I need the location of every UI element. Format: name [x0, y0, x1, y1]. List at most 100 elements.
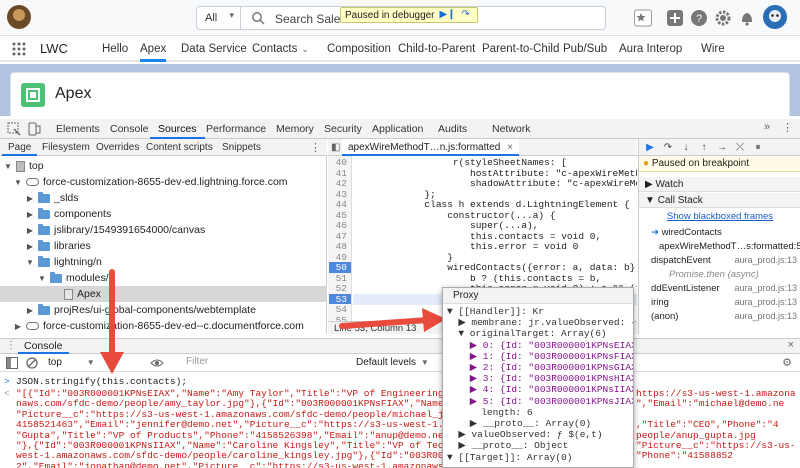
user-avatar[interactable]	[762, 4, 788, 30]
popover-property[interactable]: ▶ valueObserved: ƒ $(e,t)	[447, 429, 602, 440]
devtools-tab-sources[interactable]: Sources	[150, 119, 205, 139]
step-over-icon[interactable]: ↷	[459, 9, 473, 21]
chevron-down-icon[interactable]: ▼	[38, 274, 46, 283]
help-icon[interactable]: ?	[690, 9, 708, 27]
devtools-tab-performance[interactable]: Performance	[198, 119, 274, 139]
tree-item[interactable]: Apex	[0, 286, 327, 302]
tree-item[interactable]: ▶ projRes/ui-global-components/webtemplat…	[0, 302, 327, 318]
devtools-tab-application[interactable]: Application	[364, 119, 431, 139]
call-stack-frame[interactable]: dispatchEvent aura_prod.js:13	[639, 255, 800, 267]
search-scope-select[interactable]: All ▾	[197, 7, 241, 29]
devtools-tab-audits[interactable]: Audits	[430, 119, 475, 139]
popover-property[interactable]: ▶ 2: {Id: "003R000001KPNsGIAX", Name: "J	[447, 362, 633, 373]
editor-file-tab[interactable]: apexWireMethodT…n.js:formatted ×	[342, 139, 519, 156]
call-stack-section[interactable]: ▼ Call Stack	[639, 193, 800, 208]
call-stack-frame[interactable]: apexWireMethodT…s:formatted:53	[639, 241, 800, 253]
popover-property[interactable]: ▶ 4: {Id: "003R000001KPNsIIAX", Name: "C	[447, 384, 633, 395]
tree-item[interactable]: ▶ _slds	[0, 190, 327, 206]
close-icon[interactable]: ×	[507, 142, 513, 153]
popover-property[interactable]: ▶ __proto__: Array(0)	[447, 418, 591, 429]
chevron-right-icon[interactable]: ▶	[26, 210, 34, 219]
app-launcher-icon[interactable]	[12, 42, 26, 56]
popover-property[interactable]: ▶ 3: {Id: "003R000001KPNsHIAX", Name: "A	[447, 373, 633, 384]
object-preview-popover[interactable]: Proxy ▼ [[Handler]]: Kr ▶ membrane: jr.v…	[442, 287, 634, 468]
chevron-right-icon[interactable]: ▶	[26, 306, 34, 315]
console-filter-input[interactable]: Filter	[184, 356, 334, 369]
navigator-tab-content-scripts[interactable]: Content scripts	[140, 139, 219, 156]
notifications-bell-icon[interactable]	[738, 9, 756, 27]
settings-gear-icon[interactable]	[714, 9, 732, 27]
call-stack-frame[interactable]: ➜ wiredContacts	[639, 227, 800, 239]
call-stack-frame[interactable]: (anon) aura_prod.js:13	[639, 311, 800, 323]
watch-section[interactable]: ▶ Watch	[639, 177, 800, 192]
tree-item[interactable]: ▼ modules/c	[0, 270, 327, 286]
chevron-down-icon[interactable]: ▼	[26, 258, 34, 267]
console-output[interactable]: > JSON.stringify(this.contacts); < "[{"I…	[0, 372, 800, 468]
nav-tab-composition[interactable]: Composition	[327, 36, 391, 62]
tree-item[interactable]: ▶ force-customization-8655-dev-ed--c.docu…	[0, 318, 327, 334]
popover-property[interactable]: ▶ 0: {Id: "003R000001KPNsEIAX", Name: "A	[447, 340, 633, 351]
step-into-icon[interactable]: ↓	[679, 141, 693, 154]
nav-tab-pub-sub[interactable]: Pub/Sub	[563, 36, 607, 62]
close-icon[interactable]: ×	[788, 339, 794, 351]
clear-console-icon[interactable]	[26, 357, 38, 369]
drawer-menu-icon[interactable]: ⋮	[6, 340, 16, 351]
nav-tab-data-service[interactable]: Data Service	[181, 36, 247, 62]
nav-tab-parent-to-child[interactable]: Parent-to-Child	[482, 36, 559, 62]
tree-item[interactable]: ▼ top	[0, 158, 327, 174]
devtools-tab-elements[interactable]: Elements	[48, 119, 108, 139]
nav-tab-contacts[interactable]: Contacts ⌄	[252, 36, 309, 62]
step-out-icon[interactable]: ↑	[697, 141, 711, 154]
devtools-menu-icon[interactable]: ⋮	[782, 121, 798, 137]
devtools-tab-memory[interactable]: Memory	[268, 119, 322, 139]
navigator-tab-filesystem[interactable]: Filesystem	[36, 139, 96, 156]
tree-item[interactable]: ▼ force-customization-8655-dev-ed.lightni…	[0, 174, 327, 190]
call-stack-frame[interactable]: iring aura_prod.js:13	[639, 297, 800, 309]
console-drawer-tab[interactable]: Console	[18, 340, 69, 354]
chevron-down-icon[interactable]: ▼	[14, 178, 22, 187]
call-stack-frame[interactable]: ddEventListener aura_prod.js:13	[639, 283, 800, 295]
execution-context-select[interactable]: top ▼	[48, 357, 95, 368]
org-logo-icon[interactable]	[6, 4, 32, 30]
tree-item[interactable]: ▼ lightning/n	[0, 254, 327, 270]
navigator-tab-page[interactable]: Page	[2, 139, 38, 156]
nav-tab-wire[interactable]: Wire	[701, 36, 725, 62]
show-blackboxed-frames-link[interactable]: Show blackboxed frames	[639, 211, 800, 222]
tree-item[interactable]: ▶ jslibrary/1549391654000/canvas	[0, 222, 327, 238]
tree-item[interactable]: ▶ libraries	[0, 238, 327, 254]
sidebar-toggle-icon[interactable]	[6, 357, 18, 369]
popover-property[interactable]: length: 6	[447, 407, 532, 418]
popover-property[interactable]: ▼ [[Handler]]: Kr	[447, 306, 544, 317]
navigator-tab-overrides[interactable]: Overrides	[90, 139, 145, 156]
chevron-down-icon[interactable]: ▼	[4, 162, 12, 171]
nav-tab-aura-interop[interactable]: Aura Interop	[619, 36, 682, 62]
inspect-element-icon[interactable]	[6, 121, 22, 137]
nav-tab-hello[interactable]: Hello	[102, 36, 128, 62]
chevron-down-icon[interactable]: ⌄	[301, 44, 309, 54]
pause-on-exceptions-icon[interactable]: ⏸	[751, 141, 765, 154]
popover-property[interactable]: ▶ 1: {Id: "003R000001KPNsFIAX", Name: "M	[447, 351, 633, 362]
popover-property[interactable]: ▶ 5: {Id: "003R000001KPNsJIAX", Name: "J	[447, 396, 633, 407]
nav-tab-apex[interactable]: Apex	[140, 36, 167, 62]
live-expression-eye-icon[interactable]	[150, 357, 164, 369]
chevron-right-icon[interactable]: ▶	[26, 242, 34, 251]
devtools-tab-network[interactable]: Network	[484, 119, 539, 139]
tree-item[interactable]: ▶ components	[0, 206, 327, 222]
devtools-tab-security[interactable]: Security	[316, 119, 370, 139]
popover-property[interactable]: ▼ [[Target]]: Array(0)	[447, 452, 572, 463]
resume-icon[interactable]: ▶❙	[440, 9, 456, 21]
favorites-icon[interactable]	[634, 9, 652, 27]
device-toolbar-icon[interactable]	[26, 121, 42, 137]
popover-property[interactable]: ▶ __proto__: Object	[447, 440, 568, 451]
popover-property[interactable]: ▼ originalTarget: Array(6)	[447, 328, 606, 339]
resume-icon[interactable]: ▶	[643, 141, 657, 154]
nav-tab-child-to-parent[interactable]: Child-to-Parent	[398, 36, 475, 62]
log-levels-select[interactable]: Default levels ▼	[356, 357, 429, 368]
deactivate-breakpoints-icon[interactable]: ⤫	[733, 141, 747, 154]
navigator-menu-icon[interactable]: ⋮	[310, 141, 321, 154]
toggle-navigator-icon[interactable]: ◧	[331, 142, 340, 153]
more-tabs-icon[interactable]: »	[764, 121, 780, 137]
add-icon[interactable]	[666, 9, 684, 27]
popover-property[interactable]: ▶ membrane: jr.valueObserved: {objectGra…	[447, 317, 633, 328]
console-settings-gear-icon[interactable]: ⚙	[782, 356, 792, 369]
